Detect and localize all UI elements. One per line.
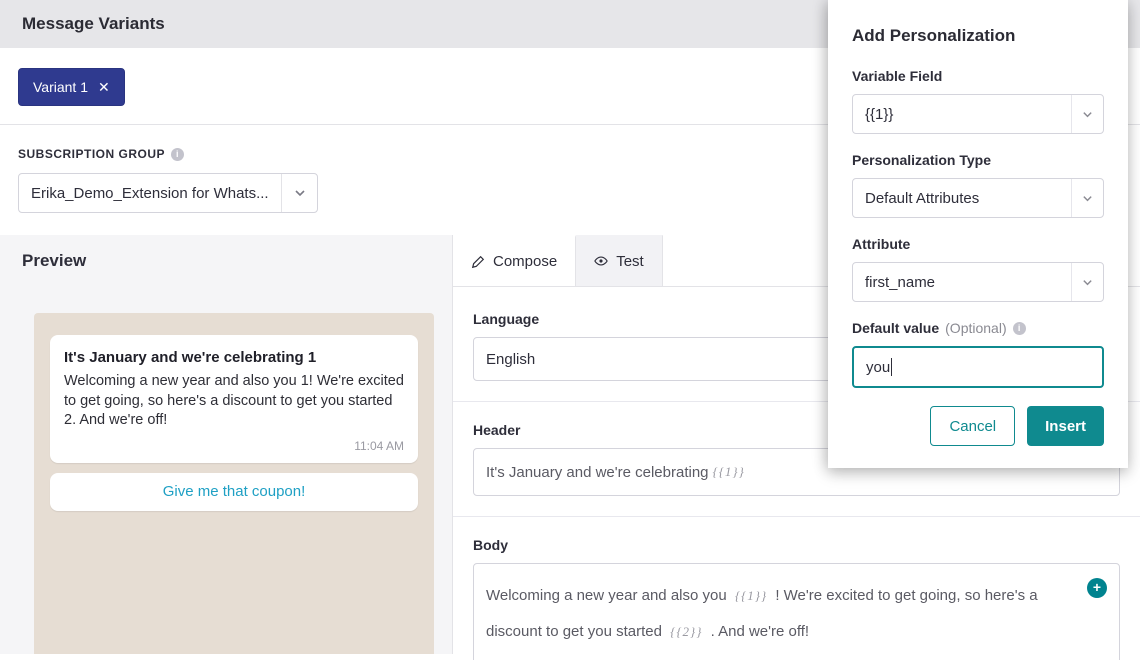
attribute-section: Attribute first_name bbox=[852, 236, 1104, 302]
variant-chip[interactable]: Variant 1 ✕ bbox=[18, 68, 125, 106]
default-value-label: Default value (Optional) i bbox=[852, 320, 1104, 336]
chevron-down-icon bbox=[281, 174, 317, 212]
liquid-tag-1: {{1}} bbox=[713, 464, 745, 480]
variable-field-select[interactable]: {{1}} bbox=[852, 94, 1104, 134]
tab-compose[interactable]: Compose bbox=[453, 235, 576, 286]
liquid-tag-body-1: {{1}} bbox=[735, 588, 767, 603]
chat-header: It's January and we're celebrating 1 bbox=[64, 349, 404, 366]
plus-icon: + bbox=[1093, 571, 1101, 605]
personalization-type-select[interactable]: Default Attributes bbox=[852, 178, 1104, 218]
pencil-icon bbox=[471, 255, 485, 269]
variable-field-label: Variable Field bbox=[852, 68, 1104, 84]
chat-cta-button[interactable]: Give me that coupon! bbox=[50, 473, 418, 511]
body-input[interactable]: Welcoming a new year and also you {{1}} … bbox=[473, 563, 1120, 660]
chevron-down-icon bbox=[1071, 179, 1103, 217]
divider bbox=[453, 516, 1140, 517]
chevron-down-icon bbox=[1071, 95, 1103, 133]
attribute-select[interactable]: first_name bbox=[852, 262, 1104, 302]
attribute-label: Attribute bbox=[852, 236, 1104, 252]
default-value-input[interactable]: you bbox=[852, 346, 1104, 388]
info-icon[interactable]: i bbox=[1013, 322, 1026, 335]
text-cursor bbox=[891, 358, 892, 376]
tab-test[interactable]: Test bbox=[576, 235, 663, 286]
panel-actions: Cancel Insert bbox=[852, 406, 1104, 446]
info-icon[interactable]: i bbox=[171, 148, 184, 161]
default-value-section: Default value (Optional) i you bbox=[852, 320, 1104, 388]
body-label: Body bbox=[473, 537, 1120, 553]
chevron-down-icon bbox=[1071, 263, 1103, 301]
variable-field-section: Variable Field {{1}} bbox=[852, 68, 1104, 134]
panel-title: Add Personalization bbox=[852, 26, 1104, 46]
subscription-group-value: Erika_Demo_Extension for Whats... bbox=[19, 185, 281, 202]
close-icon[interactable]: ✕ bbox=[98, 79, 110, 96]
subscription-group-select[interactable]: Erika_Demo_Extension for Whats... bbox=[18, 173, 318, 213]
preview-canvas: It's January and we're celebrating 1 Wel… bbox=[34, 313, 434, 654]
add-personalization-panel: Add Personalization Variable Field {{1}}… bbox=[828, 0, 1128, 468]
page-title: Message Variants bbox=[22, 14, 165, 34]
chat-timestamp: 11:04 AM bbox=[64, 439, 404, 453]
cancel-button[interactable]: Cancel bbox=[930, 406, 1015, 446]
personalization-type-label: Personalization Type bbox=[852, 152, 1104, 168]
add-personalization-button[interactable]: + bbox=[1087, 578, 1107, 598]
personalization-type-section: Personalization Type Default Attributes bbox=[852, 152, 1104, 218]
insert-button[interactable]: Insert bbox=[1027, 406, 1104, 446]
eye-icon bbox=[594, 254, 608, 268]
preview-column: Preview It's January and we're celebrati… bbox=[0, 235, 452, 654]
liquid-tag-body-2: {{2}} bbox=[670, 624, 702, 639]
preview-title: Preview bbox=[0, 235, 452, 287]
variant-label: Variant 1 bbox=[33, 79, 88, 95]
chat-body: Welcoming a new year and also you 1! We'… bbox=[64, 372, 404, 431]
chat-card: It's January and we're celebrating 1 Wel… bbox=[50, 335, 418, 463]
